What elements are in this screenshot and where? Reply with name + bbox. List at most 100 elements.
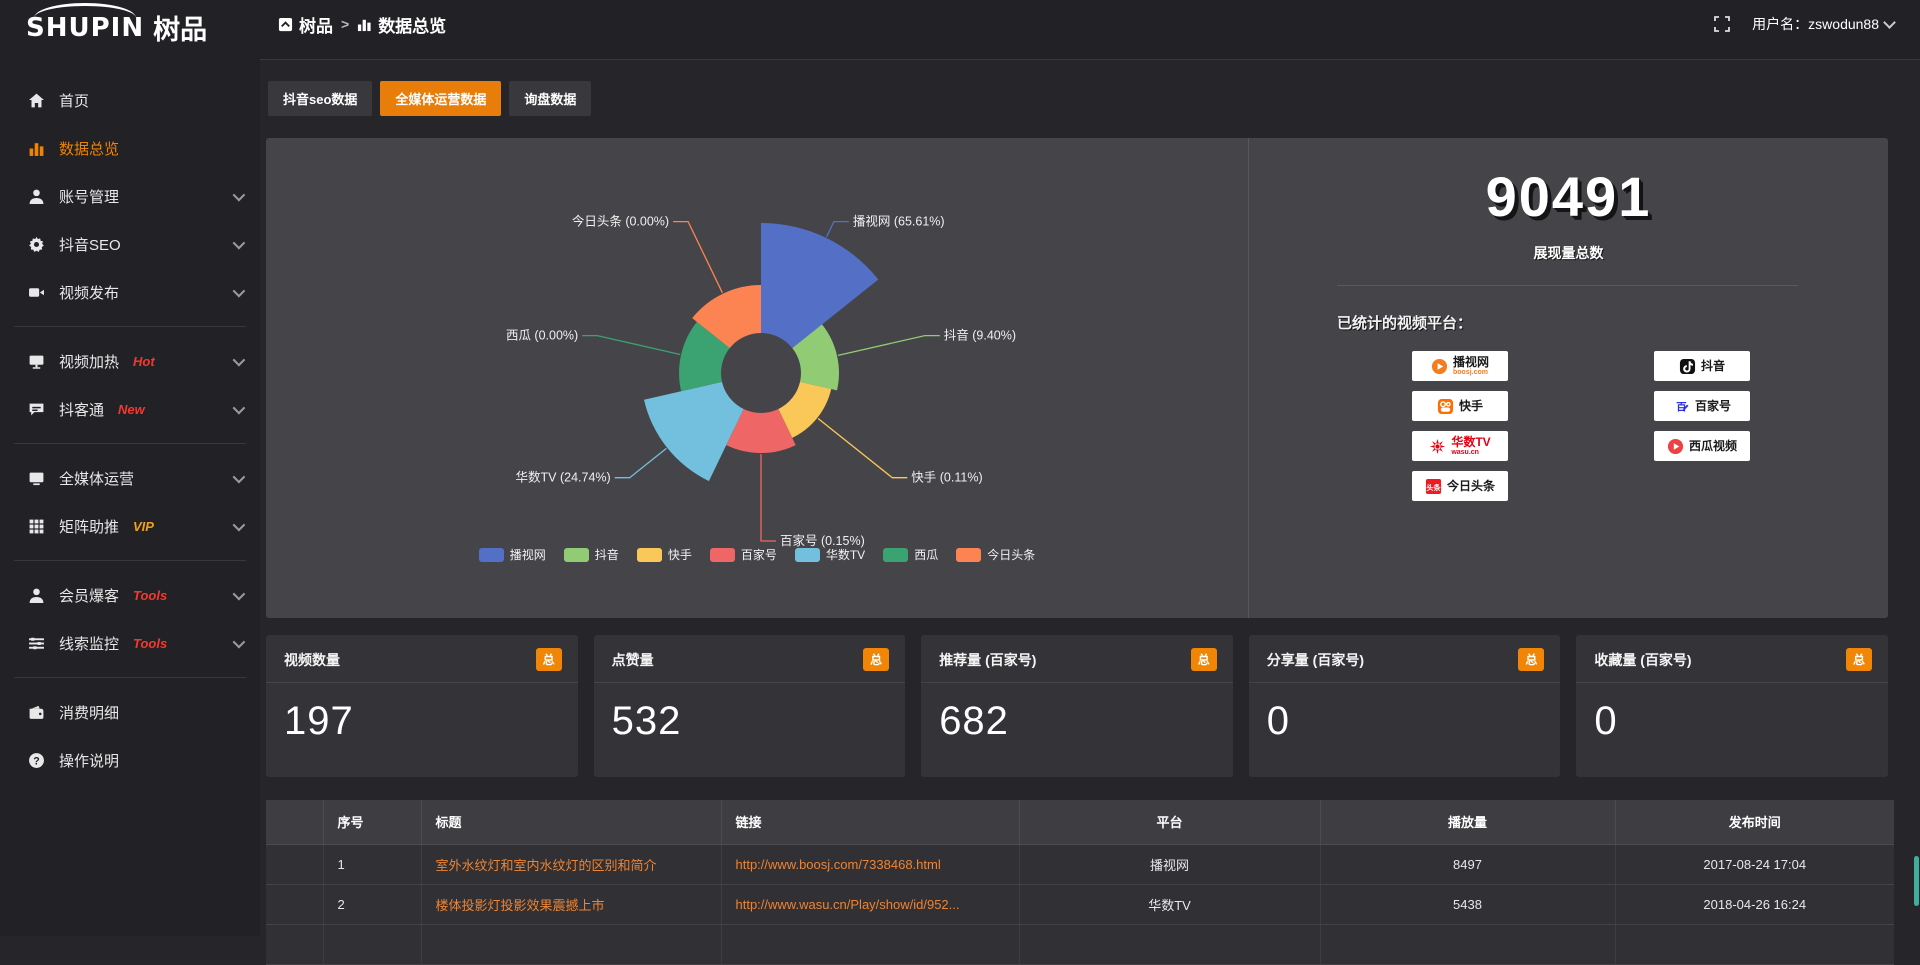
partial-cell	[266, 924, 323, 964]
legend-item-百家号[interactable]: 百家号	[710, 546, 777, 563]
chevron-down-icon	[233, 353, 246, 366]
legend-item-华数TV[interactable]: 华数TV	[795, 546, 865, 563]
fullscreen-icon[interactable]	[1714, 16, 1730, 32]
platform-badge-百家号[interactable]: 百百家号	[1654, 391, 1750, 421]
sidebar-item-视频发布[interactable]: 视频发布	[0, 268, 260, 316]
chevron-down-icon	[1883, 16, 1896, 29]
pie-label-line	[827, 222, 849, 237]
video-table: 序号标题链接平台播放量发布时间 1室外水纹灯和室内水纹灯的区别和简介http:/…	[266, 800, 1894, 965]
legend-label: 播视网	[510, 546, 546, 563]
platform-badge-西瓜视频[interactable]: 西瓜视频	[1654, 431, 1750, 461]
stat-card-点赞量: 点赞量总532	[594, 635, 906, 777]
wasu-logo-icon	[1429, 438, 1446, 455]
legend-swatch	[479, 548, 504, 562]
legend-swatch	[564, 548, 589, 562]
video-title-link[interactable]: 楼体投影灯投影效果震撼上市	[436, 895, 711, 914]
stat-card-value: 0	[1249, 683, 1561, 744]
sidebar-item-账号管理[interactable]: 账号管理	[0, 172, 260, 220]
sidebar-item-数据总览[interactable]: 数据总览	[0, 124, 260, 172]
video-icon	[28, 284, 45, 301]
platform-badge-抖音[interactable]: 抖音	[1654, 351, 1750, 381]
chevron-down-icon	[233, 401, 246, 414]
toutiao-logo-icon: 头条	[1425, 478, 1442, 495]
chat-icon	[28, 401, 45, 418]
sidebar-item-badge: New	[118, 402, 145, 417]
legend-item-播视网[interactable]: 播视网	[479, 546, 546, 563]
sidebar-item-消费明细[interactable]: 消费明细	[0, 688, 260, 736]
nav-divider	[14, 560, 246, 561]
app-logo[interactable]: SHUPIN 树品	[0, 0, 260, 48]
tab-抖音seo数据[interactable]: 抖音seo数据	[268, 81, 372, 116]
stat-card-value: 197	[266, 683, 578, 744]
total-impressions-label: 展现量总数	[1249, 243, 1888, 263]
sidebar-item-线索监控[interactable]: 线索监控Tools	[0, 619, 260, 667]
platforms-label: 已统计的视频平台：	[1337, 312, 1888, 333]
sidebar-nav: 首页数据总览账号管理抖音SEO视频发布视频加热Hot抖客通New 全媒体运营矩阵助…	[0, 48, 260, 784]
platform-name: 华数TVwasu.cn	[1451, 436, 1490, 456]
sidebar-item-矩阵助推[interactable]: 矩阵助推VIP	[0, 502, 260, 550]
stat-card-header: 分享量 (百家号)总	[1249, 635, 1561, 683]
rose-pie-chart[interactable]: 播视网 (65.61%)抖音 (9.40%)快手 (0.11%)百家号 (0.1…	[266, 138, 1248, 608]
stat-card-title: 视频数量	[284, 650, 340, 670]
table-row: 1室外水纹灯和室内水纹灯的区别和简介http://www.boosj.com/7…	[266, 844, 1894, 884]
table-header-发布时间: 发布时间	[1615, 800, 1894, 844]
row-time-cell: 2018-04-26 16:24	[1615, 884, 1894, 924]
stat-card-收藏量 (百家号): 收藏量 (百家号)总0	[1576, 635, 1888, 777]
platform-badge-华数TV[interactable]: 华数TVwasu.cn	[1412, 431, 1508, 461]
partial-cell	[1320, 924, 1615, 964]
platform-badges: 播视网boosj.com 快手华数TVwasu.cn 头条今日头条 抖音百百家号西瓜…	[1249, 351, 1888, 501]
legend-item-今日头条[interactable]: 今日头条	[956, 546, 1035, 563]
username-label: 用户名：zswodun88	[1752, 14, 1879, 34]
video-url-link[interactable]: http://www.wasu.cn/Play/show/id/952...	[736, 897, 1009, 912]
legend-item-抖音[interactable]: 抖音	[564, 546, 619, 563]
sidebar-item-会员爆客[interactable]: 会员爆客Tools	[0, 571, 260, 619]
breadcrumb-current[interactable]: 数据总览	[357, 12, 446, 37]
platform-badge-今日头条[interactable]: 头条今日头条	[1412, 471, 1508, 501]
topbar: 树品 > 数据总览 用户名：zswodun88	[260, 0, 1920, 60]
legend-item-西瓜[interactable]: 西瓜	[883, 546, 938, 563]
sidebar-item-操作说明[interactable]: ?操作说明	[0, 736, 260, 784]
platform-name: 百家号	[1695, 400, 1731, 413]
table-row-partial	[266, 924, 1894, 964]
sidebar-item-视频加热[interactable]: 视频加热Hot	[0, 337, 260, 385]
pie-label-西瓜: 西瓜 (0.00%)	[506, 329, 578, 343]
scrollbar-thumb[interactable]	[1914, 856, 1919, 906]
table-header-序号: 序号	[323, 800, 421, 844]
stat-card-title: 推荐量 (百家号)	[939, 650, 1036, 670]
sidebar-item-全媒体运营[interactable]: 全媒体运营	[0, 454, 260, 502]
stat-card-分享量 (百家号): 分享量 (百家号)总0	[1249, 635, 1561, 777]
chevron-down-icon	[233, 236, 246, 249]
platform-badge-快手[interactable]: 快手	[1412, 391, 1508, 421]
breadcrumb-root[interactable]: 树品	[278, 12, 333, 37]
bar-chart-icon	[28, 140, 45, 157]
kuaishou-logo-icon	[1437, 398, 1454, 415]
stat-card-header: 视频数量总	[266, 635, 578, 683]
sidebar-item-label: 数据总览	[59, 138, 119, 159]
stat-card-value: 0	[1576, 683, 1888, 744]
video-url-link[interactable]: http://www.boosj.com/7338468.html	[736, 857, 1009, 872]
sidebar-item-label: 全媒体运营	[59, 468, 134, 489]
pie-slice-华数TV[interactable]	[644, 382, 744, 481]
stat-card-视频数量: 视频数量总197	[266, 635, 578, 777]
sidebar-item-label: 视频加热	[59, 351, 119, 372]
platform-badge-播视网[interactable]: 播视网boosj.com	[1412, 351, 1508, 381]
tab-全媒体运营数据[interactable]: 全媒体运营数据	[380, 81, 501, 116]
sidebar-item-抖音SEO[interactable]: 抖音SEO	[0, 220, 260, 268]
row-platform-cell: 播视网	[1019, 844, 1320, 884]
sidebar-item-首页[interactable]: 首页	[0, 76, 260, 124]
user-menu[interactable]: 用户名：zswodun88	[1752, 14, 1894, 34]
total-impressions-value: 90491	[1249, 164, 1888, 229]
sidebar: SHUPIN 树品 首页数据总览账号管理抖音SEO视频发布视频加热Hot抖客通N…	[0, 0, 260, 936]
legend-item-快手[interactable]: 快手	[637, 546, 692, 563]
video-title-link[interactable]: 室外水纹灯和室内水纹灯的区别和简介	[436, 855, 711, 874]
total-badge: 总	[1846, 648, 1872, 671]
sidebar-item-抖客通[interactable]: 抖客通New	[0, 385, 260, 433]
main-content: 抖音seo数据全媒体运营数据询盘数据 播视网 (65.61%)抖音 (9.40%…	[260, 60, 1920, 965]
tab-询盘数据[interactable]: 询盘数据	[509, 81, 591, 116]
pie-label-播视网: 播视网 (65.61%)	[853, 214, 945, 229]
platform-subtext: boosj.com	[1453, 369, 1489, 376]
nav-divider	[14, 677, 246, 678]
breadcrumb-separator: >	[341, 16, 349, 32]
logo-text-cn: 树品	[153, 2, 207, 47]
platform-name: 今日头条	[1447, 480, 1495, 493]
